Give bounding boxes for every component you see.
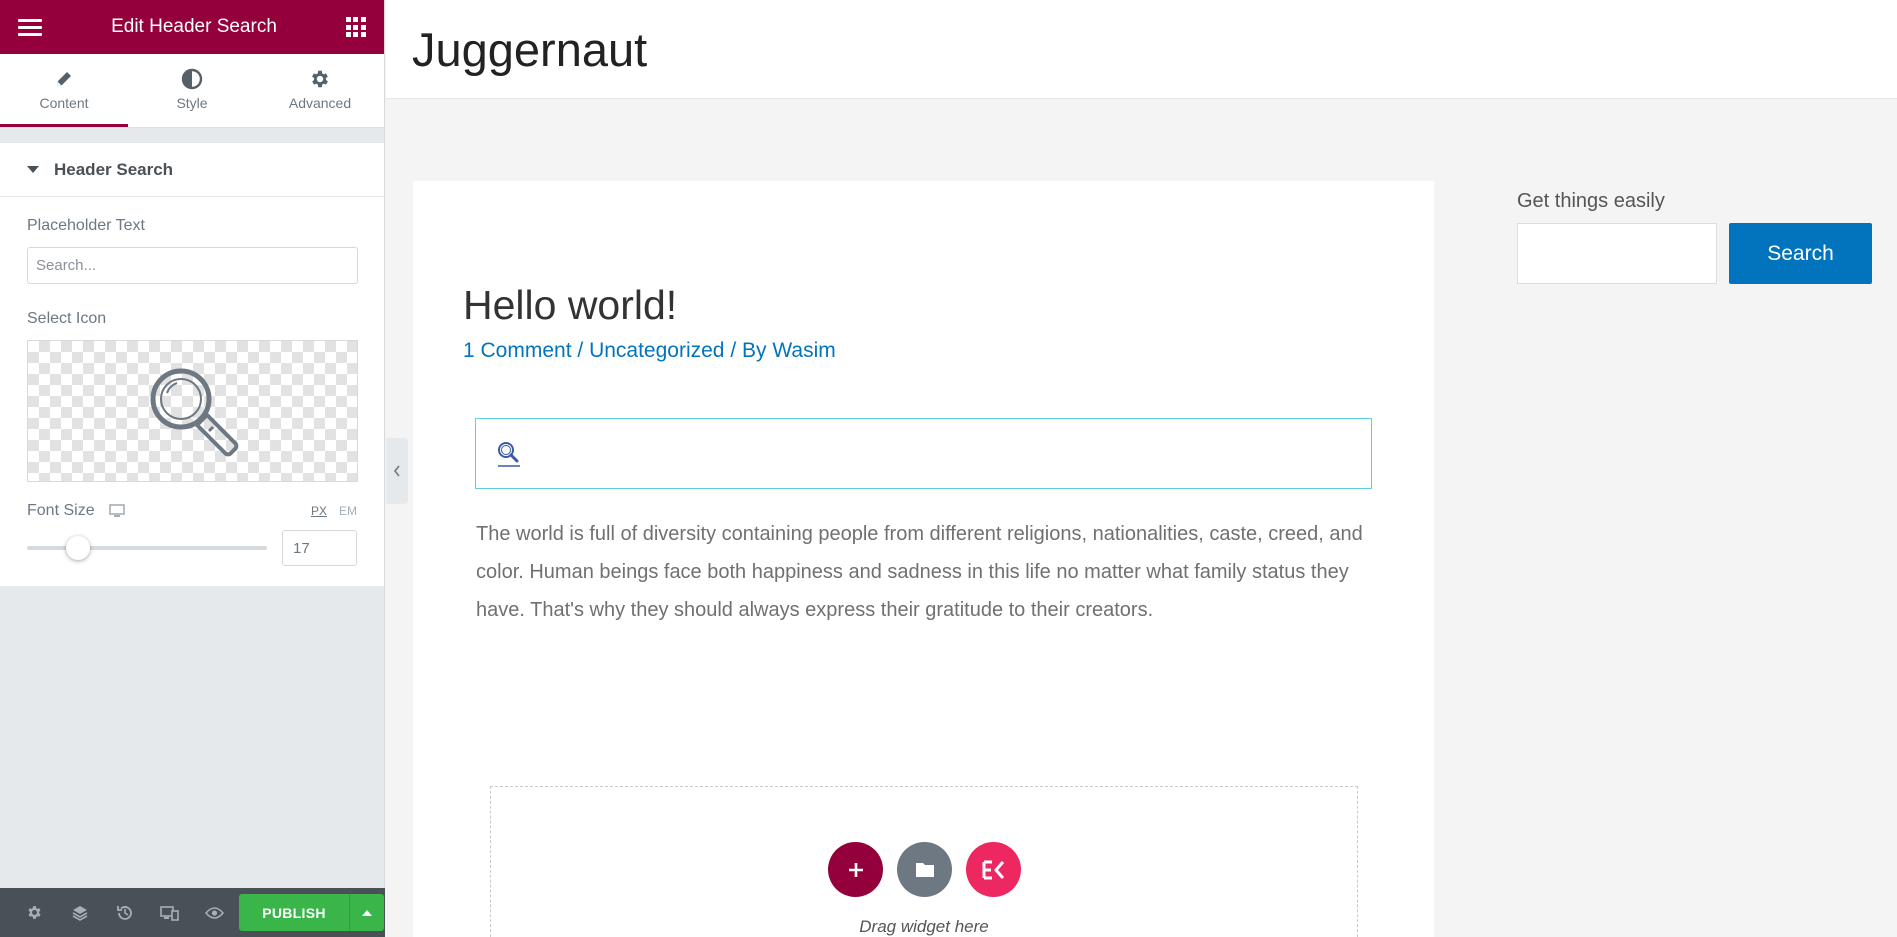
post-article: Hello world! 1 Comment / Uncategorized /… bbox=[413, 181, 1434, 937]
select-icon-control: Select Icon bbox=[0, 284, 384, 482]
layers-icon[interactable] bbox=[57, 888, 102, 937]
placeholder-control: Placeholder Text bbox=[0, 197, 384, 284]
section-title: Header Search bbox=[54, 159, 174, 179]
post-body-text: The world is full of diversity containin… bbox=[476, 523, 1363, 621]
section-header-search[interactable]: Header Search bbox=[0, 143, 384, 197]
editor-panel: Edit Header Search Content Style Advance… bbox=[0, 0, 385, 937]
drop-zone-label: Drag widget here bbox=[859, 917, 989, 936]
panel-content: Header Search Placeholder Text Select Ic… bbox=[0, 143, 384, 586]
folder-icon bbox=[915, 863, 934, 877]
widget-drop-zone[interactable]: Drag widget here bbox=[490, 786, 1358, 937]
select-icon-label: Select Icon bbox=[27, 310, 107, 327]
settings-icon[interactable] bbox=[12, 888, 57, 937]
author-link[interactable]: Wasim bbox=[772, 339, 835, 362]
caret-down-icon bbox=[27, 166, 39, 173]
icon-picker[interactable] bbox=[27, 340, 358, 482]
meta-by: / By bbox=[730, 339, 767, 362]
header-search-widget[interactable] bbox=[475, 418, 1372, 489]
history-icon[interactable] bbox=[102, 888, 147, 937]
publish-options-button[interactable] bbox=[349, 894, 384, 931]
desktop-icon[interactable] bbox=[108, 504, 125, 518]
search-icon[interactable] bbox=[496, 440, 522, 468]
tab-style-label: Style bbox=[176, 95, 208, 111]
magnifier-icon bbox=[150, 368, 238, 457]
add-template-button[interactable] bbox=[897, 842, 952, 897]
panel-tabs: Content Style Advanced bbox=[0, 54, 384, 128]
sidebar-search-widget: Get things easily Search bbox=[1517, 190, 1872, 284]
gear-icon bbox=[309, 67, 331, 91]
publish-button[interactable]: PUBLISH bbox=[239, 894, 349, 931]
tab-content-label: Content bbox=[39, 95, 89, 111]
elementskit-logo-icon bbox=[982, 860, 1004, 879]
sidebar-search-button[interactable]: Search bbox=[1729, 223, 1872, 284]
font-size-label: Font Size bbox=[27, 502, 95, 519]
site-title[interactable]: Juggernaut bbox=[412, 22, 647, 77]
collapse-panel-button[interactable] bbox=[386, 438, 408, 504]
sidebar-label: Get things easily bbox=[1517, 190, 1665, 212]
elementskit-button[interactable] bbox=[966, 842, 1021, 897]
meta-separator: / bbox=[577, 339, 584, 362]
comments-link[interactable]: 1 Comment bbox=[463, 339, 572, 362]
slider-handle[interactable] bbox=[66, 536, 90, 560]
panel-header: Edit Header Search bbox=[0, 0, 384, 54]
font-size-control: Font Size PX EM bbox=[0, 502, 384, 586]
panel-title: Edit Header Search bbox=[111, 16, 277, 37]
panel-footer: PUBLISH bbox=[0, 888, 385, 937]
menu-icon[interactable] bbox=[18, 18, 42, 36]
widgets-grid-icon[interactable] bbox=[345, 17, 366, 37]
responsive-icon[interactable] bbox=[147, 888, 192, 937]
half-circle-icon bbox=[181, 67, 203, 91]
unit-em[interactable]: EM bbox=[339, 504, 357, 518]
font-size-slider[interactable] bbox=[27, 536, 267, 560]
font-size-input[interactable] bbox=[282, 530, 357, 566]
post-title: Hello world! bbox=[463, 282, 678, 328]
sidebar-search-input[interactable] bbox=[1517, 223, 1717, 284]
tab-content[interactable]: Content bbox=[0, 54, 128, 127]
tab-advanced[interactable]: Advanced bbox=[256, 54, 384, 127]
site-header: Juggernaut bbox=[386, 0, 1897, 99]
preview-eye-icon[interactable] bbox=[192, 888, 237, 937]
post-meta: 1 Comment / Uncategorized / By Wasim bbox=[463, 339, 836, 363]
add-section-button[interactable] bbox=[828, 842, 883, 897]
pencil-icon bbox=[54, 67, 74, 91]
tab-style[interactable]: Style bbox=[128, 54, 256, 127]
category-link[interactable]: Uncategorized bbox=[589, 339, 724, 362]
plus-icon bbox=[848, 862, 863, 877]
caret-up-icon bbox=[362, 909, 372, 916]
chevron-left-icon bbox=[393, 465, 400, 477]
placeholder-input[interactable] bbox=[27, 247, 358, 284]
unit-px[interactable]: PX bbox=[311, 504, 327, 518]
tab-advanced-label: Advanced bbox=[288, 95, 352, 111]
placeholder-label: Placeholder Text bbox=[27, 217, 145, 234]
